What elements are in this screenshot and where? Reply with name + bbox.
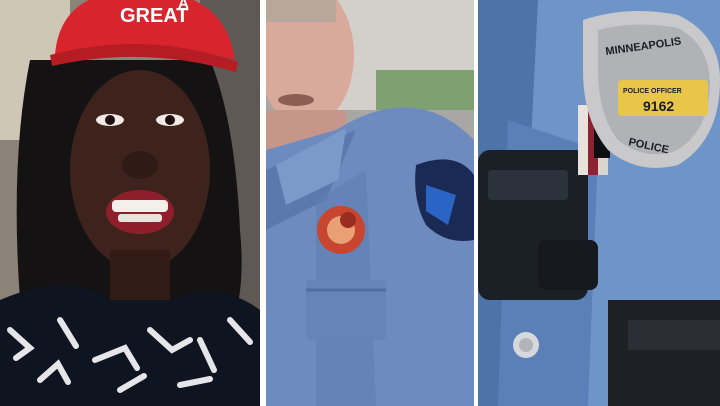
- cap-text-partial: A: [178, 0, 189, 12]
- badge-number: 9162: [643, 98, 674, 114]
- badge-rank: POLICE OFFICER: [623, 88, 682, 95]
- panel-woman-selfie: GREAT A: [0, 0, 260, 406]
- officer-illustration: [266, 0, 474, 406]
- woman-selfie-illustration: GREAT A: [0, 0, 260, 406]
- panel-badge-closeup: MINNEAPOLIS POLICE OFFICER 9162 POLICE: [478, 0, 720, 406]
- triptych-image: GREAT A MINNEAPOLIS POLICE OFFICER 9162 …: [0, 0, 720, 406]
- panel-police-officer: [266, 0, 474, 406]
- badge-closeup-illustration: MINNEAPOLIS POLICE OFFICER 9162 POLICE: [478, 0, 720, 406]
